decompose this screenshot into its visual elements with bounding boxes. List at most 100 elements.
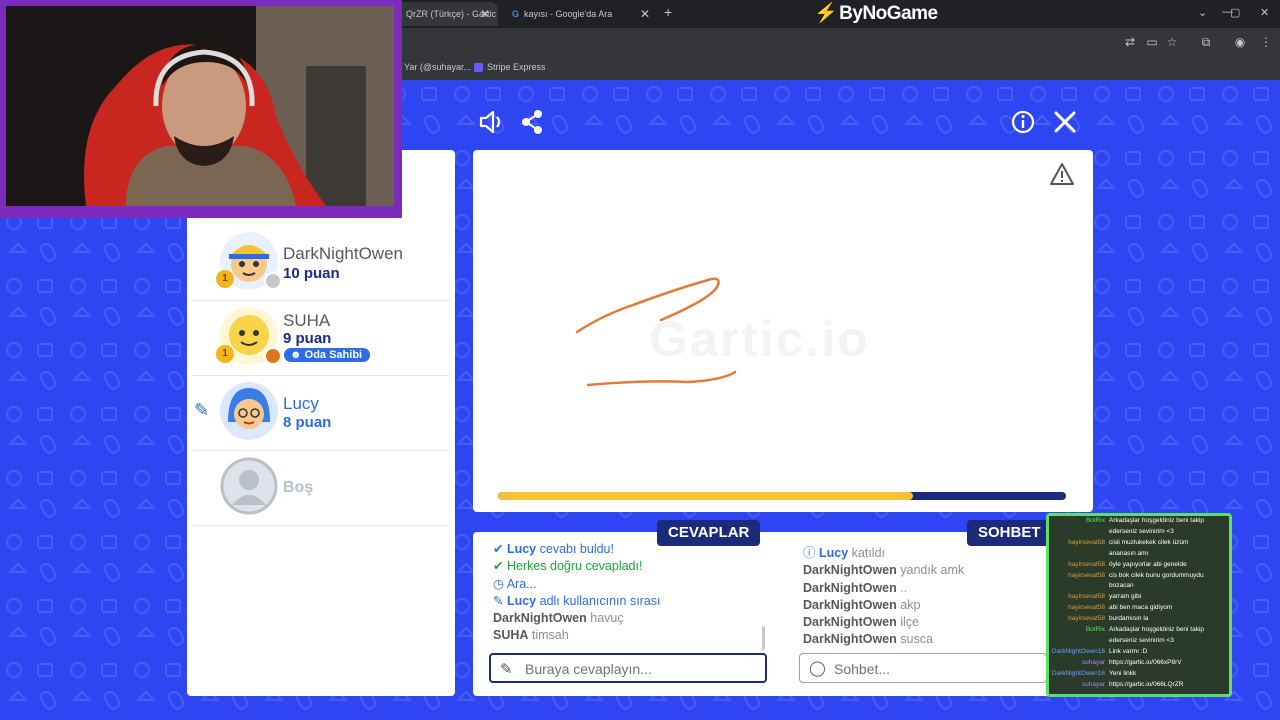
stream-chat-text: Arkadaşlar hoşgeldiniz beni takip <box>1109 517 1205 524</box>
message-user: DarkNightOwen <box>803 580 897 595</box>
trophy-icon: 1 <box>216 270 234 288</box>
close-window-icon[interactable]: ✕ <box>1260 6 1269 19</box>
drawing-canvas[interactable]: Gartic.io <box>473 150 1093 512</box>
bookmark-star-icon[interactable]: ☆ <box>1164 34 1180 50</box>
answer-message: ◷ Ara... <box>493 576 758 593</box>
player-row[interactable]: 1 SUHA 9 puan ☻ Oda Sahibi <box>192 301 450 376</box>
chat-message: DarkNightOwen akp <box>803 597 1043 614</box>
share-icon[interactable] <box>518 108 546 143</box>
pencil-icon: ✎ <box>493 593 507 608</box>
bookmark-twitter[interactable]: Yar (@suhayar... <box>404 56 471 78</box>
stream-chat-message: bozacan <box>1049 582 1229 590</box>
chat-message: ⓘ Lucy katıldı <box>803 545 1043 562</box>
stream-chat-message: hayirsevat58 cisli muzlukekek cilek üzüm <box>1049 539 1229 547</box>
message-user: DarkNightOwen <box>803 563 897 578</box>
stream-chat-user: DarkNightOwen16 <box>1051 669 1105 677</box>
clock-icon: ◷ <box>493 576 507 591</box>
stream-chat-message: ederseniz sevinirim <3 <box>1049 528 1229 536</box>
stream-chat-message: DarkNightOwen16 Link varmı :D <box>1049 648 1229 656</box>
stream-chat-message: hayirsevat58 yarram gibi <box>1049 593 1229 601</box>
check-icon: ✔ <box>493 559 507 574</box>
message-user: Lucy <box>506 542 537 556</box>
stream-chat-user: hayirsevat58 <box>1068 604 1105 612</box>
player-row[interactable]: 1 DarkNightOwen 10 puan <box>192 226 450 301</box>
close-game-icon[interactable] <box>1051 108 1079 143</box>
drawing-pencil-icon: ✎ <box>194 400 210 420</box>
player-points: 9 puan <box>283 330 332 347</box>
stream-chat-message: ananasın amı <box>1049 550 1229 558</box>
chat-input[interactable]: ◯ <box>799 653 1047 684</box>
stream-chat-user: suhayar <box>1081 680 1105 688</box>
profile-icon[interactable]: ◉ <box>1232 34 1248 50</box>
stream-chat-message: suhayar https://gartic.io/066xP8rV <box>1049 659 1229 667</box>
bookmark-label: Yar (@suhayar... <box>404 62 471 72</box>
menu-icon[interactable]: ⋮ <box>1258 34 1274 50</box>
player-row[interactable]: ✎ Lucy 8 puan <box>192 376 450 451</box>
status-dot <box>264 347 282 365</box>
player-points: 8 puan <box>283 414 332 431</box>
brand-name: ByNoGame <box>839 3 938 24</box>
stream-chat-user: hayirsevat58 <box>1068 593 1105 601</box>
info-icon[interactable] <box>1009 108 1037 143</box>
message-user: DarkNightOwen <box>803 632 897 647</box>
chat-list: ⓘ Lucy katıldı DarkNightOwen yandık amk … <box>803 545 1043 649</box>
stream-chat-text: bozacan <box>1109 582 1134 590</box>
info-icon: ⓘ <box>803 546 819 560</box>
bookmark-stripe[interactable]: Stripe Express <box>474 56 546 78</box>
answer-field[interactable] <box>523 655 727 683</box>
message-text: cevabı buldu! <box>536 542 614 556</box>
extensions-icon[interactable]: ⧉ <box>1198 34 1214 50</box>
stream-chat-user: BotRix <box>1085 626 1105 633</box>
stream-chat-message: suhayar https://gartic.io/066LQrZR <box>1049 681 1229 689</box>
stream-chat-message: hayirsevat58 abi ben maca gidiyom <box>1049 604 1229 612</box>
message-text: yandık amk <box>896 563 965 578</box>
tab-gartic[interactable]: QrZR (Türkçe) - Gartic ✕ <box>396 2 498 26</box>
status-dot <box>264 272 282 290</box>
stream-chat-user: hayirsevat58 <box>1068 615 1105 623</box>
answers-scrollbar[interactable] <box>762 626 765 650</box>
tab-search-icon[interactable]: ⌄ <box>1198 6 1207 19</box>
tab-title: kayısı - Google'da Ara <box>524 9 613 19</box>
stream-chat-message: hayirsevat58 öyle yapıyorlar abi genelde <box>1049 561 1229 569</box>
translate-icon[interactable]: ⇄ <box>1122 34 1138 50</box>
room-owner-badge: ☻ Oda Sahibi <box>284 348 371 362</box>
streamer-image <box>6 6 394 206</box>
message-user: SUHA <box>493 628 529 643</box>
message-text: timsah <box>528 628 569 643</box>
stripe-icon <box>474 63 483 73</box>
cast-icon[interactable]: ▭ <box>1144 34 1160 50</box>
message-text: Ara... <box>506 576 537 591</box>
chat-label: SOHBET <box>967 520 1052 546</box>
pencil-icon: ✎ <box>500 661 513 678</box>
chat-message: DarkNightOwen yandık amk <box>803 562 1043 579</box>
stream-chat-user: hayirsevat58 <box>1068 538 1105 546</box>
close-tab-icon[interactable]: ✕ <box>640 2 650 26</box>
stream-chat-text: https://gartic.io/066LQrZR <box>1109 680 1184 688</box>
answer-input[interactable]: ✎ <box>489 653 767 683</box>
bynogame-logo: ⚡ ByNoGame <box>814 2 938 26</box>
player-avatar <box>220 382 278 440</box>
tab-google[interactable]: Gkayısı - Google'da Ara ✕ <box>502 2 658 26</box>
bookmark-label: Stripe Express <box>487 62 546 72</box>
message-text: susca <box>896 632 933 647</box>
stream-chat-user: suhayar <box>1081 658 1105 666</box>
message-user: DarkNightOwen <box>803 615 897 630</box>
player-points: 10 puan <box>283 265 340 282</box>
stream-chat-text: öyle yapıyorlar abi genelde <box>1109 560 1187 568</box>
chat-bubble-icon: ◯ <box>809 660 826 677</box>
maximize-icon[interactable]: ▢ <box>1230 6 1240 19</box>
stream-chat-user: hayirsevat58 <box>1068 571 1105 579</box>
stream-chat-user: BotRix <box>1085 517 1105 524</box>
stream-chat-text: yarram gibi <box>1109 593 1142 601</box>
webcam-overlay <box>0 0 402 218</box>
new-tab-button[interactable]: + <box>664 4 672 20</box>
empty-slot: Boş <box>192 451 450 526</box>
sound-icon[interactable] <box>477 108 505 143</box>
stream-chat-text: burdamısın la <box>1109 615 1149 623</box>
chat-field[interactable] <box>832 654 1036 684</box>
stream-chat-message: BotRix Arkadaşlar hoşgeldiniz beni takip <box>1049 626 1229 634</box>
close-tab-icon[interactable]: ✕ <box>480 2 490 26</box>
player-name: SUHA <box>283 311 331 330</box>
message-user: DarkNightOwen <box>803 597 897 612</box>
round-timer-bar <box>498 492 1066 500</box>
